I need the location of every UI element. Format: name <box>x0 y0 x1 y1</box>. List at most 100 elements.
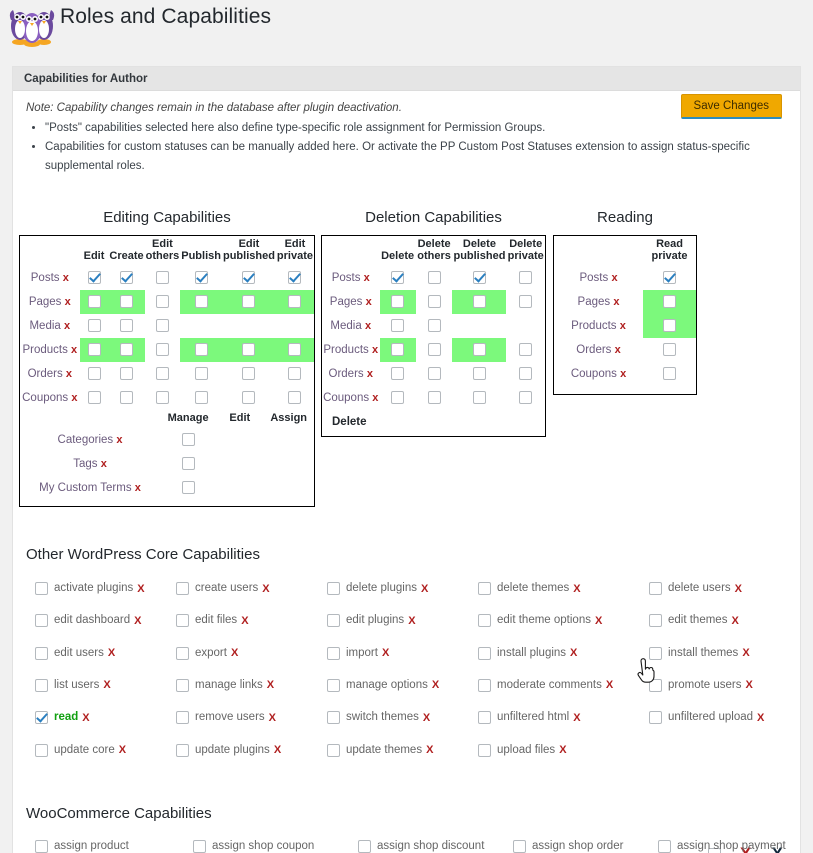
capability-checkbox[interactable] <box>663 367 677 381</box>
capability-cell[interactable] <box>80 362 109 386</box>
taxonomy-checkbox[interactable] <box>181 481 195 495</box>
capability-cell[interactable] <box>180 266 222 290</box>
capability-checkbox[interactable] <box>194 343 208 357</box>
woocommerce-capability-checkbox[interactable] <box>35 840 48 853</box>
capability-cell[interactable] <box>108 314 144 338</box>
capability-cell[interactable] <box>145 362 181 386</box>
capability-checkbox[interactable] <box>87 391 101 405</box>
capability-checkbox[interactable] <box>288 391 302 405</box>
core-capability-remove-x[interactable]: X <box>231 647 238 659</box>
capability-cell[interactable] <box>79 338 109 362</box>
capability-cell[interactable] <box>416 386 453 410</box>
core-capability-checkbox[interactable] <box>327 646 340 660</box>
core-capability-remove-x[interactable]: X <box>757 712 764 724</box>
core-capability-checkbox[interactable] <box>35 743 48 757</box>
capability-cell[interactable] <box>452 386 506 410</box>
capability-checkbox[interactable] <box>472 367 486 381</box>
core-capability-remove-x[interactable]: X <box>137 583 144 595</box>
core-capability-remove-x[interactable]: X <box>274 744 281 756</box>
core-capability-item[interactable]: update themes X <box>327 743 433 759</box>
capability-checkbox[interactable] <box>194 367 208 381</box>
capability-checkbox[interactable] <box>519 343 533 357</box>
core-capability-item[interactable]: switch themes X <box>327 710 430 726</box>
core-capability-item[interactable]: install plugins X <box>478 646 577 662</box>
capability-checkbox[interactable] <box>242 391 256 405</box>
capability-checkbox[interactable] <box>288 343 302 357</box>
capability-cell[interactable] <box>452 266 506 290</box>
remove-row-x[interactable]: x <box>135 482 141 494</box>
core-capability-remove-x[interactable]: X <box>746 679 753 691</box>
capability-cell[interactable] <box>108 338 145 362</box>
core-capability-remove-x[interactable]: X <box>82 712 89 724</box>
core-capability-checkbox[interactable] <box>478 646 491 660</box>
capability-checkbox[interactable] <box>472 271 486 285</box>
core-capability-item[interactable]: promote users X <box>649 678 753 694</box>
remove-row-x[interactable]: x <box>613 296 619 308</box>
core-capability-checkbox[interactable] <box>327 743 340 757</box>
taxonomy-cell[interactable] <box>160 452 216 476</box>
capability-cell[interactable] <box>416 314 453 338</box>
capability-cell[interactable] <box>380 362 416 386</box>
capability-checkbox[interactable] <box>155 319 169 333</box>
core-capability-checkbox[interactable] <box>176 614 189 628</box>
core-capability-remove-x[interactable]: X <box>119 744 126 756</box>
remove-row-x[interactable]: x <box>63 272 69 284</box>
remove-row-x[interactable]: x <box>372 392 378 404</box>
core-capability-item[interactable]: import X <box>327 646 389 662</box>
capability-checkbox[interactable] <box>120 391 134 405</box>
capability-cell[interactable] <box>180 338 222 362</box>
woocommerce-capability-item[interactable]: assign shop order termsX <box>513 839 648 853</box>
core-capability-remove-x[interactable]: X <box>267 679 274 691</box>
core-capability-remove-x[interactable]: X <box>573 712 580 724</box>
core-capability-checkbox[interactable] <box>649 582 662 595</box>
core-capability-remove-x[interactable]: X <box>573 583 580 595</box>
core-capability-checkbox[interactable] <box>327 614 340 628</box>
capability-checkbox[interactable] <box>427 295 441 309</box>
core-capability-remove-x[interactable]: X <box>423 712 430 724</box>
core-capability-item[interactable]: list users X <box>35 678 111 694</box>
core-capability-item[interactable]: remove users X <box>176 710 276 726</box>
capability-cell[interactable] <box>275 338 314 362</box>
capability-checkbox[interactable] <box>472 295 486 309</box>
capability-checkbox[interactable] <box>519 271 533 285</box>
capability-checkbox[interactable] <box>519 367 533 381</box>
core-capability-checkbox[interactable] <box>649 646 662 660</box>
core-capability-remove-x[interactable]: X <box>108 647 115 659</box>
core-capability-checkbox[interactable] <box>327 711 340 725</box>
core-capability-item[interactable]: manage options X <box>327 678 439 694</box>
capability-cell[interactable] <box>80 386 109 410</box>
core-capability-checkbox[interactable] <box>649 711 662 725</box>
capability-checkbox[interactable] <box>427 319 441 333</box>
capability-cell[interactable] <box>275 290 314 314</box>
capability-checkbox[interactable] <box>663 271 677 285</box>
capability-checkbox[interactable] <box>194 271 208 285</box>
capability-checkbox[interactable] <box>391 343 405 357</box>
capability-cell[interactable] <box>108 266 144 290</box>
capability-checkbox[interactable] <box>155 295 169 309</box>
core-capability-checkbox[interactable] <box>478 743 491 757</box>
core-capability-remove-x[interactable]: X <box>595 615 602 627</box>
capability-cell[interactable] <box>145 386 181 410</box>
capability-checkbox[interactable] <box>288 271 302 285</box>
capability-cell[interactable] <box>506 362 545 386</box>
capability-cell[interactable] <box>416 338 453 362</box>
core-capability-remove-x[interactable]: X <box>731 615 738 627</box>
capability-cell[interactable] <box>108 386 144 410</box>
taxonomy-cell[interactable] <box>160 476 216 500</box>
core-capability-item[interactable]: export X <box>176 646 238 662</box>
capability-checkbox[interactable] <box>663 343 677 357</box>
core-capability-checkbox[interactable] <box>327 678 340 692</box>
core-capability-item[interactable]: activate plugins X <box>35 581 145 597</box>
core-capability-item[interactable]: edit plugins X <box>327 613 416 629</box>
core-capability-item[interactable]: create users X <box>176 581 270 597</box>
capability-checkbox[interactable] <box>242 271 256 285</box>
capability-checkbox[interactable] <box>519 295 533 309</box>
capability-cell[interactable] <box>145 266 181 290</box>
core-capability-checkbox[interactable] <box>176 743 189 757</box>
capability-checkbox[interactable] <box>87 295 101 309</box>
capability-checkbox[interactable] <box>288 367 302 381</box>
core-capability-item[interactable]: delete plugins X <box>327 581 428 597</box>
capability-checkbox[interactable] <box>427 391 441 405</box>
woocommerce-capability-checkbox[interactable] <box>193 840 206 853</box>
core-capability-item[interactable]: edit files X <box>176 613 249 629</box>
